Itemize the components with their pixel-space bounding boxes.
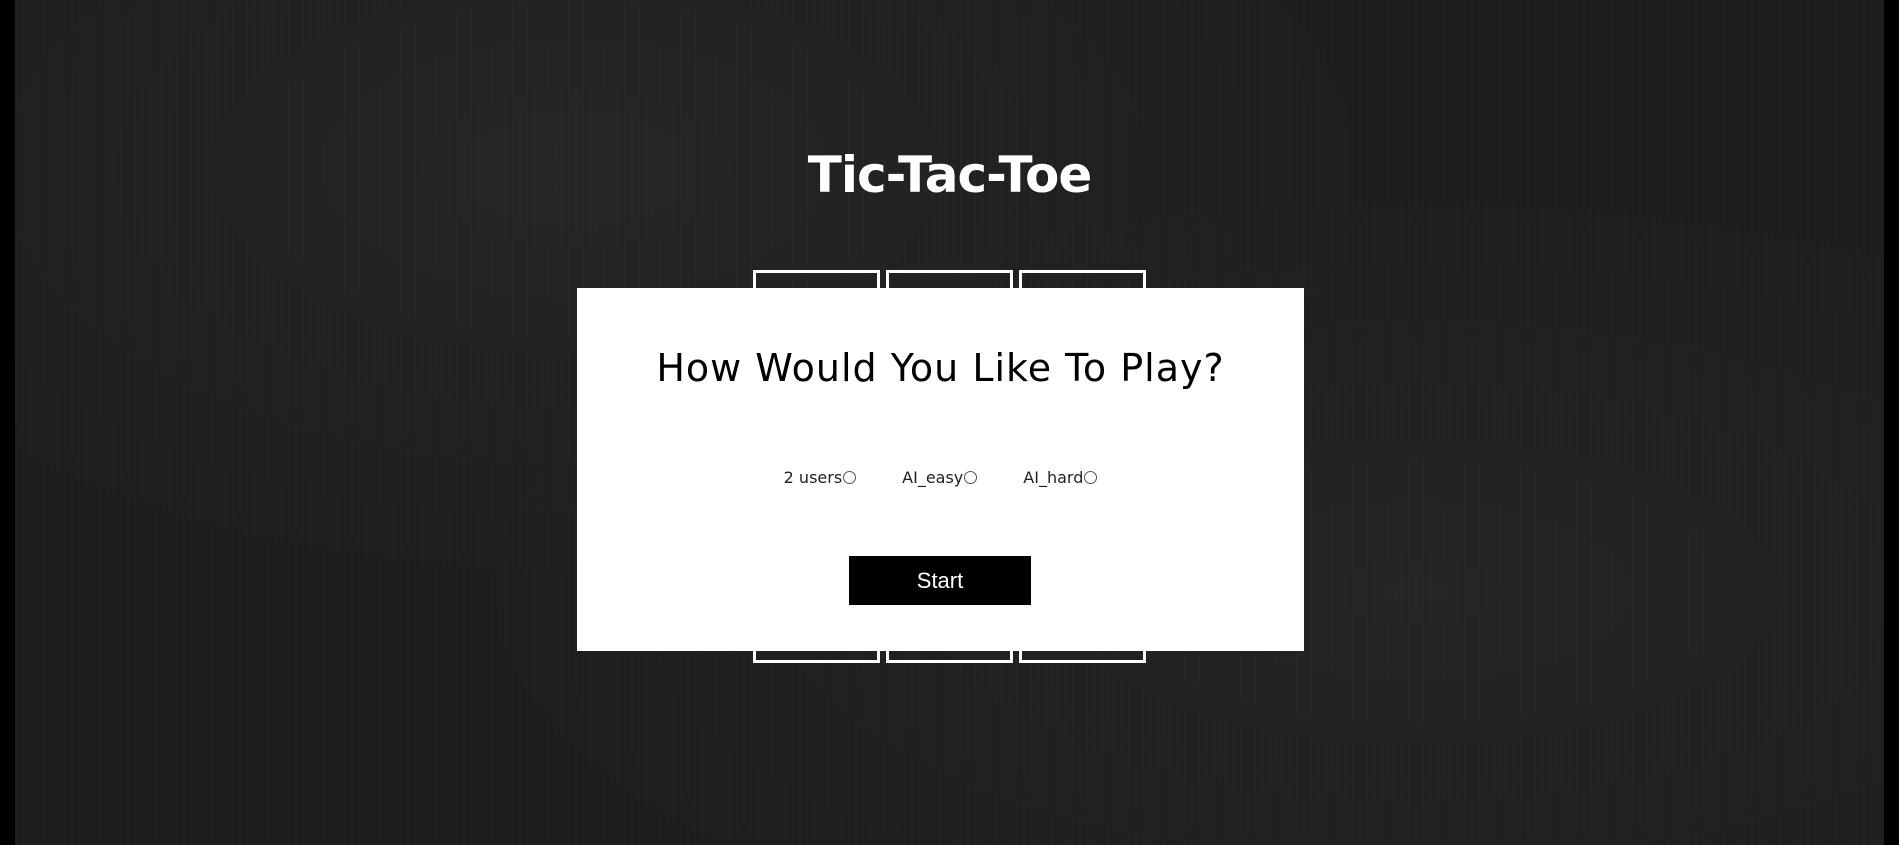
option-ai-easy[interactable]: AI_easy <box>902 468 978 487</box>
option-label: AI_easy <box>902 468 964 487</box>
game-mode-options: 2 users AI_easy AI_hard <box>577 468 1304 487</box>
modal-heading: How Would You Like To Play? <box>656 346 1225 390</box>
game-mode-modal: How Would You Like To Play? 2 users AI_e… <box>577 288 1304 651</box>
game-title: Tic-Tac-Toe <box>807 146 1092 204</box>
option-label: AI_hard <box>1023 468 1084 487</box>
radio-ai-easy[interactable] <box>964 471 978 484</box>
radio-2-users[interactable] <box>843 471 857 484</box>
radio-ai-hard[interactable] <box>1084 471 1098 484</box>
option-ai-hard[interactable]: AI_hard <box>1023 468 1098 487</box>
option-2-users[interactable]: 2 users <box>784 468 857 487</box>
start-button[interactable]: Start <box>849 556 1031 605</box>
option-label: 2 users <box>783 468 843 487</box>
